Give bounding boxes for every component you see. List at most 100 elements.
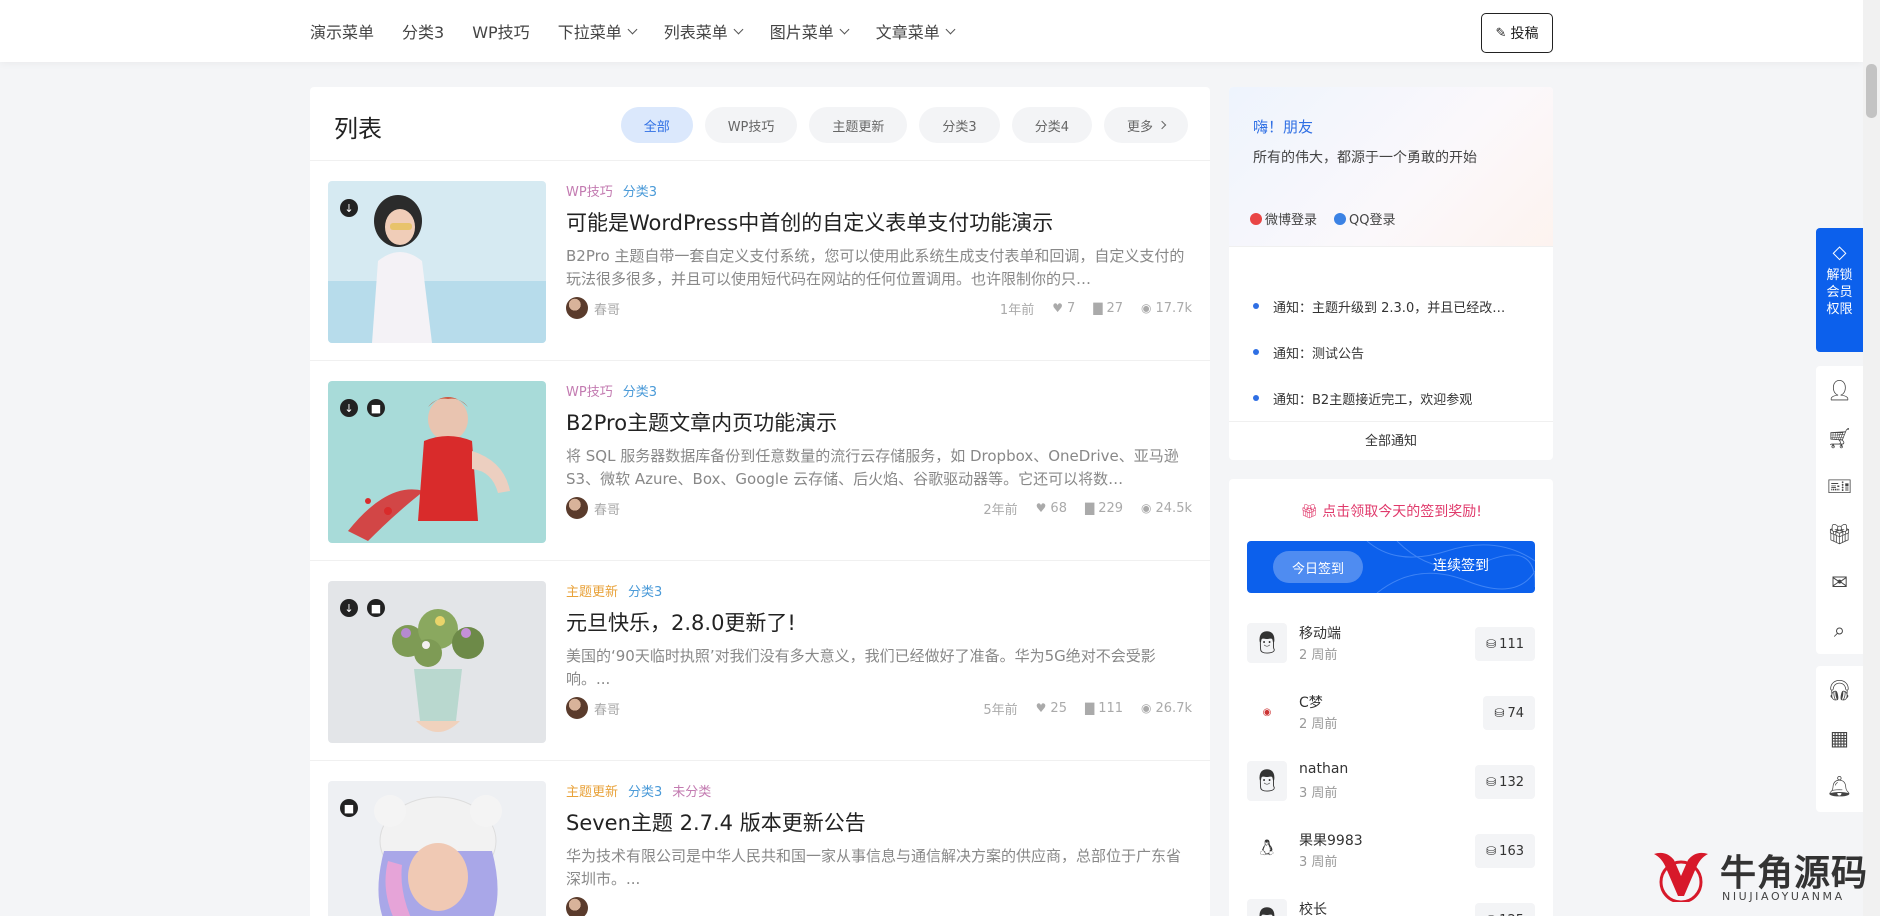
comments-count: 111	[1098, 700, 1124, 716]
coins-icon: ⛁	[1486, 637, 1497, 651]
user-name[interactable]: 果果9983	[1299, 830, 1363, 850]
post-thumbnail[interactable]: ↓ ■	[328, 381, 546, 543]
submit-post-button[interactable]: ✎ 投稿	[1481, 13, 1553, 53]
post-category-link[interactable]: 未分类	[672, 781, 711, 800]
tab-more[interactable]: 更多	[1103, 107, 1188, 143]
coins-icon: ⛁	[1494, 706, 1505, 720]
bullet-dot	[1253, 395, 1259, 401]
post-category-link[interactable]: WP技巧	[566, 181, 613, 200]
comments-count: 27	[1106, 300, 1124, 316]
post-category-link[interactable]: 分类3	[628, 781, 662, 800]
post-thumbnail[interactable]: ■	[328, 781, 546, 916]
penguin-avatar[interactable]: 🐧︎	[1247, 830, 1287, 870]
man-avatar[interactable]: 👨︎	[1247, 623, 1287, 663]
post-comments: ▇ 27	[1093, 301, 1123, 316]
post-item: ↓ ■ 主题更新 分类3 元旦快乐，2.8.0更新了! 美国的‘90天临时执照’…	[310, 561, 1210, 761]
post-category-link[interactable]: 主题更新	[566, 581, 618, 600]
post-views: ◉ 26.7k	[1141, 701, 1192, 716]
nav-item-wp[interactable]: WP技巧	[472, 19, 529, 43]
post-category-link[interactable]: 分类3	[628, 581, 662, 600]
man-avatar[interactable]: 👨︎	[1247, 761, 1287, 801]
gift-icon[interactable]: 🎁︎	[1816, 510, 1863, 558]
author-avatar[interactable]	[566, 497, 588, 519]
user-name[interactable]: 移动端	[1299, 623, 1341, 643]
post-meta	[566, 896, 1192, 916]
unlock-vip-button[interactable]: ◇ 解锁会员权限	[1816, 228, 1863, 352]
qq-login-button[interactable]: QQ登录	[1334, 209, 1395, 228]
author-avatar[interactable]	[566, 897, 588, 916]
post-category-link[interactable]: 主题更新	[566, 781, 618, 800]
nav-item-demo[interactable]: 演示菜单	[310, 19, 374, 43]
scrollbar-thumb[interactable]	[1866, 64, 1877, 118]
tab-all[interactable]: 全部	[620, 107, 693, 143]
post-title[interactable]: B2Pro主题文章内页功能演示	[566, 408, 1192, 438]
ticket-icon[interactable]: 🎫︎	[1816, 462, 1863, 510]
post-time: 1年前	[999, 302, 1035, 318]
nav-item-article[interactable]: 文章菜单	[876, 19, 956, 43]
post-title[interactable]: 元旦快乐，2.8.0更新了!	[566, 608, 1192, 638]
post-category-link[interactable]: 分类3	[623, 181, 657, 200]
post-badges: ■	[340, 799, 367, 817]
feather-icon: ✎	[1495, 25, 1507, 41]
notice-item[interactable]: 通知：B2主题接近完工，欢迎参观	[1229, 375, 1553, 421]
user-icon[interactable]: 👤︎	[1816, 366, 1863, 414]
author-name[interactable]: 春哥	[594, 499, 620, 518]
points-value: 125	[1499, 913, 1524, 916]
nav-label: 图片菜单	[769, 23, 834, 42]
user-name[interactable]: 校长	[1299, 899, 1327, 916]
continuous-checkin-tab[interactable]: 连续签到	[1433, 555, 1489, 575]
weibo-login-label: 微博登录	[1265, 213, 1318, 228]
bell-icon[interactable]: 🔔︎	[1816, 762, 1863, 810]
post-category-link[interactable]: WP技巧	[566, 381, 613, 400]
nav-item-dropdown[interactable]: 下拉菜单	[558, 19, 638, 43]
qq-login-label: QQ登录	[1349, 213, 1396, 228]
nav-label: WP技巧	[472, 23, 530, 42]
search-icon[interactable]: ⌕	[1816, 606, 1863, 654]
headset-icon[interactable]: 🎧︎	[1816, 666, 1863, 714]
tab-cat3[interactable]: 分类3	[919, 107, 1000, 143]
post-item: ↓ WP技巧 分类3 可能是WordPress中首创的自定义表单支付功能演示 B…	[310, 161, 1210, 361]
cart-icon[interactable]: 🛒︎	[1816, 414, 1863, 462]
download-icon: ↓	[340, 199, 358, 217]
author-name[interactable]: 春哥	[594, 699, 620, 718]
tab-theme-update[interactable]: 主题更新	[809, 107, 908, 143]
author-avatar[interactable]	[566, 297, 588, 319]
tab-cat4[interactable]: 分类4	[1011, 107, 1092, 143]
notice-item[interactable]: 通知：测试公告	[1229, 329, 1553, 375]
mail-icon[interactable]: ✉	[1816, 558, 1863, 606]
post-title[interactable]: Seven主题 2.7.4 版本更新公告	[566, 808, 1192, 838]
likes-count: 25	[1050, 700, 1067, 716]
post-category-link[interactable]: 分类3	[623, 381, 657, 400]
chevron-down-icon	[945, 24, 956, 34]
author-name[interactable]: 春哥	[594, 299, 620, 318]
views-count: 17.7k	[1155, 300, 1192, 316]
author-avatar[interactable]	[566, 697, 588, 719]
points-value: 132	[1499, 774, 1524, 790]
ranking-item: ◉ C梦 2 周前 ⛁ 74	[1229, 678, 1553, 747]
logo-avatar[interactable]: ◉	[1247, 692, 1287, 732]
post-title[interactable]: 可能是WordPress中首创的自定义表单支付功能演示	[566, 208, 1192, 238]
man-avatar[interactable]: 👨︎	[1247, 899, 1287, 916]
post-list-panel: 列表 全部 WP技巧 主题更新 分类3 分类4 更多 ↓ WP技巧 分类3 可能…	[310, 87, 1210, 916]
all-notices-link[interactable]: 全部通知	[1229, 421, 1553, 460]
checkin-reward-link[interactable]: 🎁︎ 点击领取今天的签到奖励!	[1229, 501, 1553, 521]
nav-item-list[interactable]: 列表菜单	[664, 19, 744, 43]
user-name[interactable]: nathan	[1299, 761, 1348, 777]
chevron-down-icon	[839, 24, 850, 34]
bull-horn-logo-icon	[1654, 852, 1708, 902]
post-thumbnail[interactable]: ↓	[328, 181, 546, 343]
notice-list: 通知：主题升级到 2.3.0，并且已经改… 通知：测试公告 通知：B2主题接近完…	[1229, 283, 1553, 421]
nav-label: 演示菜单	[310, 23, 375, 42]
nav-item-image[interactable]: 图片菜单	[769, 19, 850, 43]
checkin-ranking: 👨︎ 移动端 2 周前 ⛁ 111 ◉ C梦 2 周前 ⛁ 74 👨︎ nathan…	[1229, 609, 1553, 916]
notice-item[interactable]: 通知：主题升级到 2.3.0，并且已经改…	[1229, 283, 1553, 329]
welcome-greeting: 嗨！朋友	[1253, 118, 1314, 136]
scrollbar-track[interactable]	[1863, 0, 1880, 916]
nav-item-cat3[interactable]: 分类3	[402, 19, 444, 43]
post-thumbnail[interactable]: ↓ ■	[328, 581, 546, 743]
weibo-login-button[interactable]: 微博登录	[1250, 209, 1317, 228]
tab-wp[interactable]: WP技巧	[704, 107, 798, 143]
qrcode-icon[interactable]: ▦	[1816, 714, 1863, 762]
user-name[interactable]: C梦	[1299, 692, 1323, 712]
today-checkin-button[interactable]: 今日签到	[1273, 551, 1363, 583]
